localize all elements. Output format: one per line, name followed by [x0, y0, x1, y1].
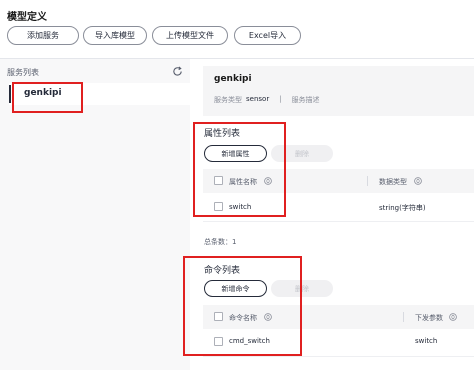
column-divider	[367, 176, 368, 186]
service-type-label: 服务类型	[214, 96, 242, 104]
highlight-box-commands	[183, 256, 302, 356]
add-service-button[interactable]: 添加服务	[7, 26, 79, 45]
excel-import-button[interactable]: Excel导入	[234, 26, 301, 45]
row-divider	[203, 356, 474, 357]
sort-icon[interactable]	[414, 177, 422, 185]
row-divider	[203, 221, 474, 222]
service-name: genkipi	[214, 74, 252, 84]
service-meta: 服务类型 sensor | 服务描述	[214, 95, 320, 105]
refresh-icon[interactable]	[172, 66, 183, 77]
params-column-header: 下发参数	[415, 314, 443, 322]
service-list-title: 服务列表	[7, 68, 39, 77]
import-library-model-button[interactable]: 导入库模型	[83, 26, 147, 45]
selected-indicator	[9, 85, 11, 103]
service-type-value: sensor	[246, 95, 270, 103]
column-divider	[403, 312, 404, 322]
page-title: 模型定义	[7, 12, 47, 23]
property-data-type-cell: string(字符串)	[379, 204, 426, 212]
command-params-cell: switch	[415, 337, 438, 345]
highlight-box-properties	[193, 122, 286, 217]
meta-separator: |	[279, 95, 282, 103]
sort-icon[interactable]	[449, 313, 457, 321]
total-count: 总条数：1	[204, 238, 237, 246]
highlight-box-service	[12, 82, 83, 113]
data-type-column-header: 数据类型	[379, 178, 407, 186]
upload-model-file-button[interactable]: 上传模型文件	[152, 26, 228, 45]
service-desc-label: 服务描述	[291, 96, 320, 104]
